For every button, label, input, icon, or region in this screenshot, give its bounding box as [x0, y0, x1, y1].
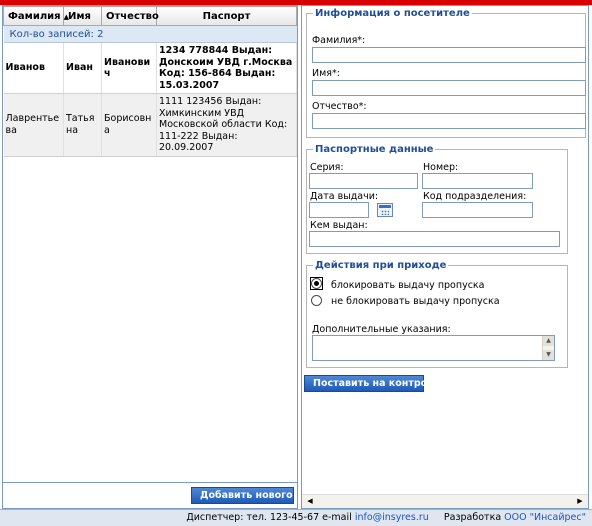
firstname-input[interactable]: [312, 80, 586, 96]
patronymic-label: Отчество*:: [312, 101, 367, 112]
cell-patronymic: Борисовна: [101, 93, 157, 157]
lastname-label: Фамилия*:: [312, 35, 366, 46]
dispatcher-phone: тел. 123-45-67: [246, 512, 320, 523]
cell-lastname: Иванов: [3, 42, 64, 94]
email-link[interactable]: info@insyres.ru: [355, 512, 429, 523]
dept-code-input[interactable]: [422, 202, 533, 218]
horizontal-scrollbar[interactable]: ◀ ▶: [302, 494, 588, 508]
number-input[interactable]: [422, 173, 533, 189]
grid-footer: Добавить нового: [3, 482, 297, 508]
table-row[interactable]: Лаврентьева Татьяна Борисовна 1111 12345…: [3, 93, 297, 157]
dept-code-label: Код подразделения:: [423, 191, 527, 202]
put-on-control-button[interactable]: Поставить на контроль: [304, 375, 440, 392]
visitors-table: Фамилия ▲ Имя Отчество Паспорт Кол-во зап…: [3, 6, 297, 157]
developer-label: Разработка: [443, 512, 502, 523]
column-header-firstname[interactable]: Имя: [63, 6, 102, 26]
series-label: Серия:: [310, 162, 344, 173]
add-new-button[interactable]: Добавить нового: [191, 487, 294, 504]
column-header-lastname[interactable]: Фамилия ▲: [3, 6, 69, 26]
scroll-left-icon[interactable]: ◀: [304, 496, 316, 507]
scroll-up-icon[interactable]: ▲: [543, 336, 554, 346]
visitor-info-legend: Информация о посетителе: [315, 8, 470, 19]
cell-patronymic: Иванович: [101, 42, 157, 94]
issue-date-label: Дата выдачи:: [310, 191, 379, 202]
table-row[interactable]: Иванов Иван Иванович 1234 778844 Выдан: …: [3, 42, 297, 94]
firstname-label: Имя*:: [312, 68, 340, 79]
issue-date-input[interactable]: [309, 202, 369, 218]
extra-notes-textarea[interactable]: ▲ ▼: [312, 335, 555, 361]
series-input[interactable]: [309, 173, 418, 189]
records-count-row: Кол-во записей: 2: [3, 25, 297, 43]
status-footer: Диспетчер: тел. 123-45-67 e-mail info@in…: [0, 509, 592, 526]
cell-firstname: Татьяна: [63, 93, 102, 157]
extra-notes-label: Дополнительные указания:: [312, 324, 451, 335]
table-header-row: Фамилия ▲ Имя Отчество Паспорт: [3, 6, 297, 26]
patronymic-input[interactable]: [312, 113, 586, 129]
lastname-input[interactable]: [312, 47, 586, 63]
arrival-actions-legend: Действия при приходе: [315, 260, 447, 271]
records-count: Кол-во записей: 2: [3, 25, 297, 43]
cell-passport: 1234 778844 Выдан: Донскоим УВД г.Москва…: [156, 42, 297, 94]
passport-data-legend: Паспортные данные: [315, 144, 434, 155]
developer-link[interactable]: ООО "Инсайрес": [504, 512, 586, 523]
no-block-pass-label[interactable]: не блокировать выдачу пропуска: [331, 296, 500, 307]
no-block-pass-radio[interactable]: [311, 295, 322, 306]
cell-lastname: Лаврентьева: [3, 93, 64, 157]
block-pass-label[interactable]: блокировать выдачу пропуска: [331, 280, 484, 291]
dispatcher-label: Диспетчер:: [186, 512, 244, 523]
email-label: e-mail: [322, 512, 352, 523]
issued-by-input[interactable]: [309, 231, 560, 247]
notes-scrollbar[interactable]: ▲ ▼: [542, 336, 554, 360]
visitors-grid-panel: Фамилия ▲ Имя Отчество Паспорт Кол-во зап…: [2, 5, 298, 509]
cell-firstname: Иван: [63, 42, 102, 94]
number-label: Номер:: [423, 162, 459, 173]
visitor-form-panel: Информация о посетителе Фамилия*: Имя*: …: [301, 5, 589, 509]
block-pass-radio[interactable]: [311, 278, 322, 289]
column-header-patronymic[interactable]: Отчество: [101, 6, 159, 26]
scroll-right-icon[interactable]: ▶: [574, 496, 586, 507]
issued-by-label: Кем выдан:: [310, 220, 368, 231]
scroll-down-icon[interactable]: ▼: [543, 350, 554, 360]
column-header-passport[interactable]: Паспорт: [156, 6, 297, 26]
calendar-icon[interactable]: [377, 203, 393, 217]
cell-passport: 1111 123456 Выдан: Химкинским УВД Москов…: [156, 93, 297, 157]
